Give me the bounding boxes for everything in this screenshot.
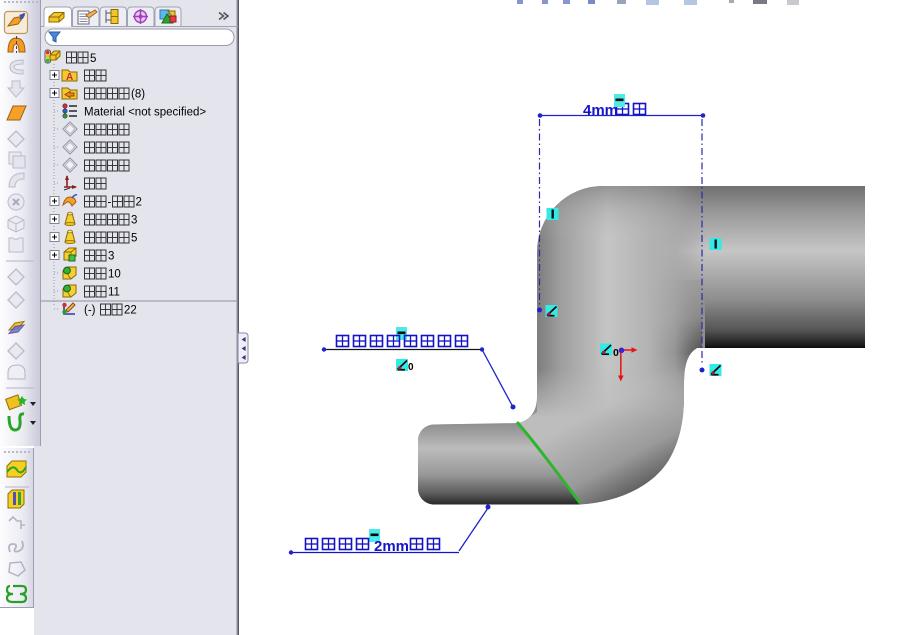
svg-text:2: 2	[136, 197, 142, 209]
svg-text:5: 5	[131, 233, 137, 245]
svg-text:-: -	[108, 197, 112, 209]
svg-text:(8): (8)	[131, 89, 145, 101]
svg-text:22: 22	[124, 305, 137, 317]
svg-text:A: A	[66, 72, 73, 83]
svg-text:11: 11	[108, 287, 120, 299]
svg-text:5: 5	[90, 53, 96, 65]
svg-text:0: 0	[613, 347, 619, 359]
svg-text:3: 3	[108, 251, 114, 263]
svg-text:3: 3	[131, 215, 137, 227]
svg-text:(-): (-)	[84, 305, 96, 317]
svg-text:10: 10	[108, 269, 121, 281]
svg-text:4mm: 4mm	[583, 102, 618, 119]
svg-text:Material <not specified>: Material <not specified>	[84, 107, 206, 119]
svg-text:0: 0	[408, 362, 414, 373]
